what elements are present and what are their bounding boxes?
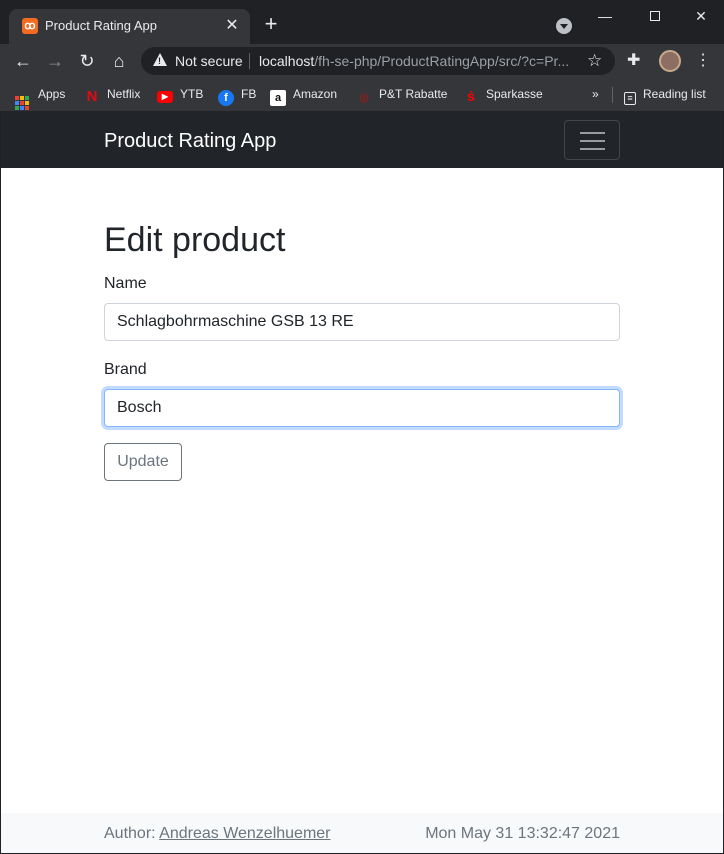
hamburger-bar <box>580 132 605 134</box>
tab-search-icon[interactable] <box>556 18 572 34</box>
brand-input[interactable] <box>104 389 620 427</box>
window-close-button[interactable]: ✕ <box>686 4 716 28</box>
maximize-button[interactable] <box>640 4 670 28</box>
bookmarks-overflow-icon[interactable]: » <box>592 85 599 103</box>
sparkasse-icon: ṡ <box>467 88 475 104</box>
footer-author: Author: Andreas Wenzelhuemer <box>104 825 331 843</box>
minimize-button[interactable]: — <box>590 4 620 28</box>
url-path: /fh-se-php/ProductRatingApp/src/?c=Pr... <box>314 53 570 69</box>
author-prefix: Author: <box>104 825 156 842</box>
bookmark-label: YTB <box>180 87 204 101</box>
app-navbar: Product Rating App <box>1 111 723 168</box>
pt-rabatte-icon: ◎ <box>359 92 369 104</box>
page-viewport: Product Rating App Edit product Name Bra… <box>1 111 723 853</box>
reading-list-label: Reading list <box>643 87 706 101</box>
security-label[interactable]: Not secure <box>175 53 243 69</box>
plus-icon[interactable]: + <box>260 13 282 35</box>
brand-label: Brand <box>104 361 147 378</box>
warning-icon[interactable]: ! <box>153 53 167 66</box>
bookmark-amazon[interactable]: a Amazon <box>270 85 338 106</box>
address-bar[interactable]: ! Not secure localhost/fh-se-php/Product… <box>141 47 615 75</box>
reading-list-icon: ≡ <box>624 92 636 105</box>
reload-icon[interactable]: ↻ <box>75 49 99 73</box>
netflix-icon: N <box>86 88 98 105</box>
navbar-toggler-button[interactable] <box>564 120 620 160</box>
youtube-icon: ▶ <box>157 91 173 103</box>
divider <box>612 87 613 103</box>
page-title: Edit product <box>104 221 286 259</box>
browser-titlebar: ꝏ Product Rating App ✕ + — ✕ <box>0 0 724 44</box>
xampp-icon: ꝏ <box>22 18 38 34</box>
bookmarks-bar: Apps N Netflix ▶ YTB f FB a Amazon ◎ P&T Raba… <box>0 78 724 111</box>
bookmark-ytb[interactable]: ▶ YTB <box>157 85 203 103</box>
hamburger-bar <box>580 140 605 142</box>
apps-grid-icon <box>15 96 29 110</box>
bookmark-fb[interactable]: f FB <box>218 85 257 106</box>
bookmark-label: Amazon <box>293 87 338 101</box>
footer: Author: Andreas Wenzelhuemer Mon May 31 … <box>1 813 723 853</box>
facebook-icon: f <box>218 90 234 106</box>
reading-list-button[interactable]: ≡ Reading list <box>624 85 706 105</box>
bookmark-netflix[interactable]: N Netflix <box>84 85 141 105</box>
bookmark-apps[interactable]: Apps <box>15 85 66 110</box>
footer-timestamp: Mon May 31 13:32:47 2021 <box>425 825 620 842</box>
author-link[interactable]: Andreas Wenzelhuemer <box>159 825 330 842</box>
update-button[interactable]: Update <box>104 443 182 481</box>
url-host: localhost <box>259 53 315 69</box>
kebab-menu-icon[interactable]: ⋮ <box>695 50 711 72</box>
forward-arrow-icon[interactable]: → <box>43 49 67 73</box>
bookmark-label: FB <box>241 87 257 101</box>
navbar-brand[interactable]: Product Rating App <box>104 129 276 153</box>
close-icon[interactable]: ✕ <box>222 16 242 36</box>
home-icon[interactable]: ⌂ <box>107 49 131 73</box>
divider <box>249 53 250 69</box>
bookmark-star-icon[interactable]: ☆ <box>587 51 602 71</box>
tab-title: Product Rating App <box>45 18 158 33</box>
browser-toolbar: ← → ↻ ⌂ ! Not secure localhost/fh-se-php… <box>0 44 724 78</box>
back-arrow-icon[interactable]: ← <box>11 49 35 73</box>
name-label: Name <box>104 275 147 292</box>
bookmark-label: P&T Rabatte <box>379 87 448 101</box>
bookmark-label: Apps <box>38 87 66 101</box>
browser-tab[interactable]: ꝏ Product Rating App ✕ <box>9 9 250 44</box>
extensions-puzzle-icon[interactable]: ✚ <box>627 52 640 70</box>
bookmark-pt-rabatte[interactable]: ◎ P&T Rabatte <box>356 85 448 104</box>
bookmark-label: Netflix <box>107 87 141 101</box>
maximize-icon <box>650 11 660 21</box>
bookmark-sparkasse[interactable]: ṡ Sparkasse <box>463 85 543 104</box>
hamburger-bar <box>580 148 605 150</box>
url-text[interactable]: localhost/fh-se-php/ProductRatingApp/src… <box>259 53 581 69</box>
amazon-icon: a <box>270 90 286 106</box>
profile-avatar[interactable] <box>659 50 681 72</box>
name-input[interactable] <box>104 303 620 341</box>
bookmark-label: Sparkasse <box>486 87 543 101</box>
